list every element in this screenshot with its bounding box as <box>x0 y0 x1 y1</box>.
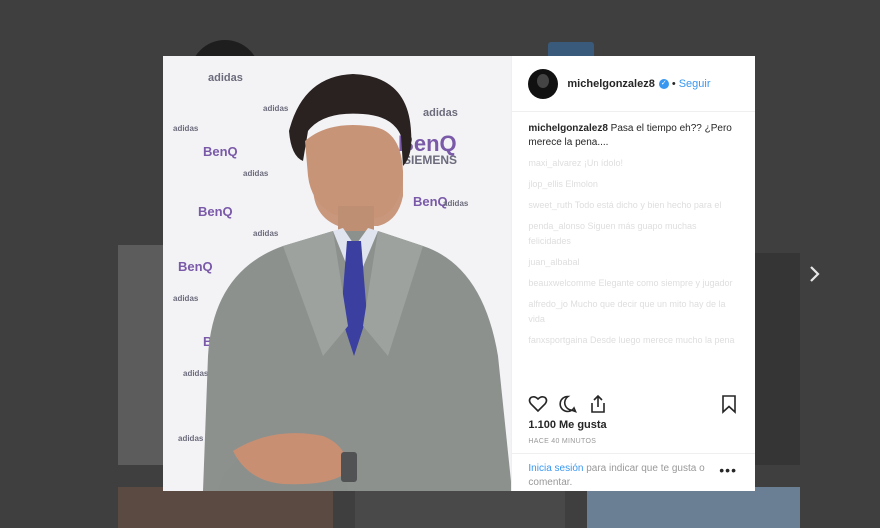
adidas-logo: adidas <box>208 72 243 84</box>
adidas-logo: adidas <box>173 294 199 303</box>
username-link[interactable]: michelgonzalez8 <box>567 78 654 90</box>
adidas-logo: adidas <box>443 199 469 208</box>
comment-item: penda_alonso Siguen más guapo muchas fel… <box>528 221 697 246</box>
benq-logo: BenQ <box>203 144 238 159</box>
background-right-post <box>755 253 800 465</box>
post-sidebar: michelgonzalez8 ✓ • Seguir michelgonzale… <box>511 56 756 491</box>
adidas-logo: adidas <box>423 107 458 119</box>
avatar[interactable] <box>528 68 559 99</box>
comments-list: michelgonzalez8 Pasa el tiempo eh?? ¿Per… <box>528 122 738 348</box>
heart-icon[interactable] <box>528 394 548 414</box>
comment-item: sweet_ruth Todo está dicho y bien hecho … <box>528 200 722 210</box>
comment-item: fanxsportgaina Desde luego merece mucho … <box>528 335 735 345</box>
comment-item: beauxwelcomme Elegante como siempre y ju… <box>528 278 733 288</box>
background-thumb <box>118 487 333 528</box>
comment-icon[interactable] <box>558 394 578 414</box>
separator-dot: • <box>671 77 676 90</box>
background-thumb <box>587 487 800 528</box>
sponsor-wall: BenQ BenQ BenQ BenQ BenQ BenQ BenQ BenQ … <box>163 56 512 491</box>
adidas-logo: adidas <box>253 229 279 238</box>
more-options-icon[interactable]: ••• <box>719 462 737 478</box>
post-header: michelgonzalez8 ✓ • Seguir <box>512 56 755 112</box>
verified-icon: ✓ <box>658 78 669 89</box>
login-link[interactable]: Inicia sesión <box>528 463 583 474</box>
post-modal: BenQ BenQ BenQ BenQ BenQ BenQ BenQ BenQ … <box>163 56 756 491</box>
post-timestamp: HACE 40 MINUTOS <box>528 438 597 445</box>
adidas-logo: adidas <box>243 169 269 178</box>
likes-count[interactable]: 1.100 Me gusta <box>528 419 606 431</box>
caption-username[interactable]: michelgonzalez8 <box>528 123 607 134</box>
background-thumb <box>355 487 565 528</box>
comment-item: maxi_alvarez ¡Un ídolo! <box>528 158 623 168</box>
share-icon[interactable] <box>588 394 608 414</box>
adidas-logo: adidas <box>178 434 204 443</box>
benq-logo: BenQ <box>178 259 213 274</box>
comment-item: alfredo_jo Mucho que decir que un mito h… <box>528 299 726 324</box>
action-bar <box>528 394 608 414</box>
siemens-logo: SIEMENS <box>403 153 457 167</box>
next-arrow-icon[interactable] <box>805 262 825 286</box>
adidas-logo: adidas <box>173 124 199 133</box>
caption: michelgonzalez8 Pasa el tiempo eh?? ¿Per… <box>528 122 738 150</box>
adidas-logo: adidas <box>183 369 209 378</box>
comment-item: juan_albabal <box>528 257 580 267</box>
background-left-post <box>118 245 164 465</box>
bookmark-icon[interactable] <box>719 394 739 414</box>
follow-button[interactable]: Seguir <box>679 78 711 90</box>
comment-item: jlop_ellis Elmolon <box>528 179 598 189</box>
adidas-logo: adidas <box>263 104 289 113</box>
benq-logo: BenQ <box>198 204 233 219</box>
post-photo: BenQ BenQ BenQ BenQ BenQ BenQ BenQ BenQ … <box>163 56 512 491</box>
